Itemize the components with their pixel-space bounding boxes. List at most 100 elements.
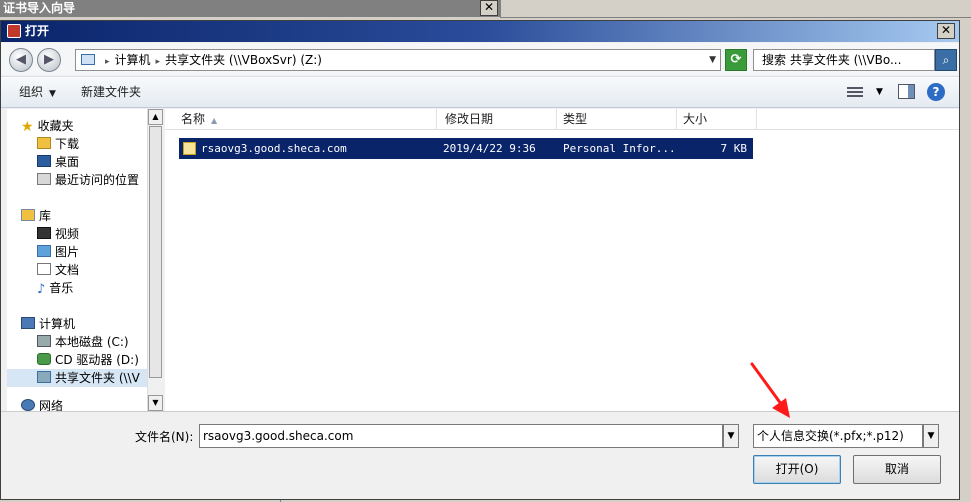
breadcrumb-separator: ▸ <box>155 57 161 67</box>
navigation-scrollbar[interactable]: ▲ ▼ <box>147 109 163 411</box>
dialog-title-bar: 打开 ✕ <box>1 21 959 42</box>
sidebar-item-cd-drive-d[interactable]: CD 驱动器 (D:) <box>37 351 139 369</box>
library-icon <box>21 209 35 221</box>
sort-ascending-icon: ▲ <box>211 116 218 125</box>
search-icon[interactable]: ⌕ <box>935 49 957 71</box>
sidebar-item-favorites[interactable]: ★ 收藏夹 <box>21 117 74 135</box>
file-list: 名称 ▲ 修改日期 类型 大小 rsaovg3.good.sheca.com 20… <box>165 109 959 411</box>
shared-folder-icon <box>37 371 51 383</box>
pictures-icon <box>37 245 51 257</box>
open-file-dialog: 打开 ✕ ◀ ▶ ▸ 计算机 ▸ 共享文件夹 (\\VBoxSvr) (Z:) ▼ ⟳… <box>0 20 960 500</box>
forward-button[interactable]: ▶ <box>37 48 61 72</box>
navigation-pane: ★ 收藏夹 下载 桌面 最近访问的位置 库 视频 图片 文档 ♪ 音乐 计算机 本地… <box>7 109 147 411</box>
file-name-label: 文件名(N): <box>135 430 194 444</box>
back-button[interactable]: ◀ <box>9 48 33 72</box>
file-row-selected[interactable]: rsaovg3.good.sheca.com 2019/4/22 9:36 Pe… <box>179 138 753 159</box>
organize-label: 组织 <box>19 85 44 99</box>
documents-icon <box>37 263 51 275</box>
help-icon[interactable]: ? <box>927 83 945 101</box>
scrollbar-thumb[interactable] <box>149 126 162 378</box>
column-header-label: 名称 <box>181 112 206 126</box>
sidebar-item-pictures[interactable]: 图片 <box>37 243 79 261</box>
file-name-input[interactable]: rsaovg3.good.sheca.com <box>199 424 723 448</box>
sidebar-item-documents[interactable]: 文档 <box>37 261 79 279</box>
file-size-cell: 7 KB <box>720 142 748 155</box>
file-type-cell: Personal Infor... <box>563 142 676 155</box>
file-date-cell: 2019/4/22 9:36 <box>443 142 536 155</box>
star-icon: ★ <box>21 119 34 135</box>
column-header-row: 名称 ▲ 修改日期 类型 大小 <box>165 109 959 130</box>
sidebar-item-shared-folder-z[interactable]: 共享文件夹 (\\V <box>7 369 147 387</box>
new-folder-button[interactable]: 新建文件夹 <box>81 77 141 107</box>
sidebar-item-recent-places[interactable]: 最近访问的位置 <box>37 171 139 189</box>
sidebar-item-music[interactable]: ♪ 音乐 <box>37 279 73 297</box>
sidebar-item-network[interactable]: 网络 <box>21 397 63 411</box>
breadcrumb-separator: ▸ <box>105 57 110 67</box>
command-toolbar: 组织 ▼ 新建文件夹 ▼ ? <box>1 76 959 108</box>
open-button[interactable]: 打开(O) <box>753 455 841 484</box>
certificate-file-icon <box>183 142 196 155</box>
sidebar-item-libraries[interactable]: 库 <box>21 207 51 225</box>
scroll-down-icon[interactable]: ▼ <box>148 395 163 411</box>
sidebar-item-label: 共享文件夹 (\\V <box>55 371 140 385</box>
sidebar-item-label: 计算机 <box>39 317 76 331</box>
sidebar-item-label: 本地磁盘 (C:) <box>55 335 129 349</box>
breadcrumb-computer[interactable]: 计算机 <box>115 53 151 67</box>
annotation-arrow-icon <box>750 362 790 418</box>
file-name-dropdown-icon[interactable]: ▼ <box>723 424 739 448</box>
network-icon <box>21 399 35 411</box>
cd-drive-icon <box>37 353 51 365</box>
chevron-down-icon: ▼ <box>49 89 56 99</box>
wizard-right-panel <box>501 0 971 18</box>
sidebar-item-label: 视频 <box>55 227 80 241</box>
computer-icon <box>21 317 35 329</box>
download-folder-icon <box>37 137 51 149</box>
sidebar-item-label: 网络 <box>39 399 64 411</box>
sidebar-item-label: 下载 <box>55 137 80 151</box>
sidebar-item-label: 收藏夹 <box>37 119 74 133</box>
sidebar-item-label: 最近访问的位置 <box>55 173 140 187</box>
music-icon: ♪ <box>37 282 46 297</box>
organize-button[interactable]: 组织 ▼ <box>19 77 56 109</box>
recent-places-icon <box>37 173 51 185</box>
preview-pane-icon[interactable] <box>898 84 915 99</box>
background-right-strip <box>960 20 971 502</box>
sidebar-item-computer[interactable]: 计算机 <box>21 315 75 333</box>
file-name-cell: rsaovg3.good.sheca.com <box>201 142 347 155</box>
cancel-button[interactable]: 取消 <box>853 455 941 484</box>
dialog-footer: 文件名(N): rsaovg3.good.sheca.com ▼ 个人信息交换(… <box>1 411 959 499</box>
breadcrumb-shared-folder[interactable]: 共享文件夹 (\\VBoxSvr) (Z:) <box>165 53 322 67</box>
sidebar-item-desktop[interactable]: 桌面 <box>37 153 79 171</box>
scroll-up-icon[interactable]: ▲ <box>148 109 163 125</box>
search-input[interactable]: 搜索 共享文件夹 (\\VBo... <box>753 49 935 71</box>
video-icon <box>37 227 51 239</box>
sidebar-item-downloads[interactable]: 下载 <box>37 135 79 153</box>
refresh-button[interactable]: ⟳ <box>725 49 747 71</box>
file-type-select[interactable]: 个人信息交换(*.pfx;*.p12) <box>753 424 923 448</box>
sidebar-item-label: 桌面 <box>55 155 80 169</box>
sidebar-item-local-disk-c[interactable]: 本地磁盘 (C:) <box>37 333 129 351</box>
wizard-title: 证书导入向导 <box>0 0 500 17</box>
sidebar-item-videos[interactable]: 视频 <box>37 225 79 243</box>
change-view-icon[interactable] <box>847 85 863 99</box>
column-header-size[interactable]: 大小 <box>677 109 757 130</box>
column-header-date-modified[interactable]: 修改日期 <box>437 109 557 130</box>
address-dropdown-icon[interactable]: ▼ <box>709 50 716 70</box>
sidebar-item-label: 文档 <box>55 263 80 277</box>
hard-disk-icon <box>37 335 51 347</box>
column-header-type[interactable]: 类型 <box>557 109 677 130</box>
wizard-close-button[interactable]: ✕ <box>480 0 498 16</box>
column-header-name[interactable]: 名称 ▲ <box>165 109 437 130</box>
breadcrumb: ▸ 计算机 ▸ 共享文件夹 (\\VBoxSvr) (Z:) <box>100 50 322 72</box>
address-bar[interactable]: ▸ 计算机 ▸ 共享文件夹 (\\VBoxSvr) (Z:) ▼ <box>75 49 721 71</box>
sidebar-item-label: 图片 <box>55 245 80 259</box>
dialog-app-icon <box>7 24 21 38</box>
views-dropdown-icon[interactable]: ▼ <box>876 77 883 107</box>
navigation-bar: ◀ ▶ ▸ 计算机 ▸ 共享文件夹 (\\VBoxSvr) (Z:) ▼ ⟳ 搜索 共… <box>1 43 959 75</box>
sidebar-item-label: 音乐 <box>49 281 74 295</box>
dialog-close-button[interactable]: ✕ <box>937 23 955 39</box>
file-type-dropdown-icon[interactable]: ▼ <box>923 424 939 448</box>
sidebar-item-label: CD 驱动器 (D:) <box>55 353 139 367</box>
sidebar-item-label: 库 <box>39 209 52 223</box>
shared-folder-icon <box>81 54 95 65</box>
